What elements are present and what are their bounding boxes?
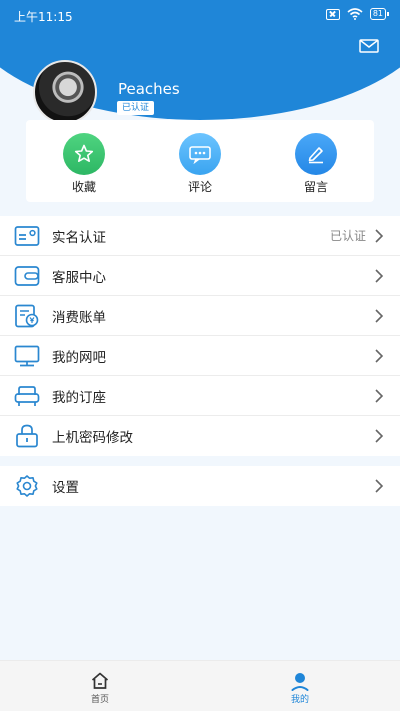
menu-item-label: 我的订座 [52,389,106,406]
no-sim-icon [325,8,340,20]
mail-icon[interactable] [359,39,379,53]
message-button[interactable]: 留言 [258,120,374,202]
chevron-right-icon [375,229,384,243]
id-card-icon [14,224,40,248]
favorites-label: 收藏 [71,180,96,194]
menu-item-label: 上机密码修改 [52,430,133,446]
menu-item-my-reservations[interactable]: 我的订座 [0,376,400,416]
status-bar: 上午11:15 81 [0,0,400,30]
menu-item-bills[interactable]: 消费账单 [0,296,400,336]
seat-icon [14,384,40,408]
menu-item-label: 客服中心 [52,269,106,286]
chevron-right-icon [375,309,384,323]
wallet-icon [14,264,40,288]
chevron-right-icon [375,349,384,363]
chevron-right-icon [375,269,384,283]
comments-label: 评论 [187,180,212,194]
avatar[interactable] [33,60,97,124]
home-icon [91,672,109,689]
bottom-tab-bar: 首页 我的 [0,660,400,711]
verified-badge: 已认证 [117,101,155,115]
chevron-right-icon [375,479,384,493]
menu-item-label: 我的网吧 [52,349,106,366]
status-icons: 81 [325,8,390,20]
status-time: 上午11:15 [14,10,73,24]
menu-item-customer-service[interactable]: 客服中心 [0,256,400,296]
action-card: 收藏 评论 留言 [26,120,374,202]
user-icon [291,673,309,691]
tab-label: 我的 [290,695,309,705]
bill-icon [14,304,40,328]
menu-item-settings[interactable]: 设置 [0,466,400,506]
menu-item-my-internet-cafe[interactable]: 我的网吧 [0,336,400,376]
tab-mine[interactable]: 我的 [200,661,400,711]
menu-item-label: 设置 [52,480,79,496]
battery-icon: 81 [369,8,390,20]
tab-home[interactable]: 首页 [0,661,200,711]
menu-list: 实名认证 已认证 客服中心 消费账单 我的网吧 我的订座 上机密码修改 [0,216,400,456]
message-label: 留言 [303,180,328,194]
monitor-icon [14,344,40,368]
verification-status: 已认证 [329,229,366,243]
wifi-icon [347,8,363,20]
gear-icon [14,474,40,498]
menu-item-real-name[interactable]: 实名认证 已认证 [0,216,400,256]
chevron-right-icon [375,429,384,443]
favorites-button[interactable]: 收藏 [26,120,142,202]
username: Peaches [118,80,180,98]
tab-label: 首页 [90,695,109,705]
comment-icon [179,133,221,175]
pen-icon [295,133,337,175]
chevron-right-icon [375,389,384,403]
menu-item-label: 消费账单 [52,309,106,326]
settings-section: 设置 [0,466,400,506]
menu-item-label: 实名认证 [52,229,106,246]
comments-button[interactable]: 评论 [142,120,258,202]
menu-item-change-password[interactable]: 上机密码修改 [0,416,400,456]
lock-icon [14,424,40,448]
star-icon [63,133,105,175]
